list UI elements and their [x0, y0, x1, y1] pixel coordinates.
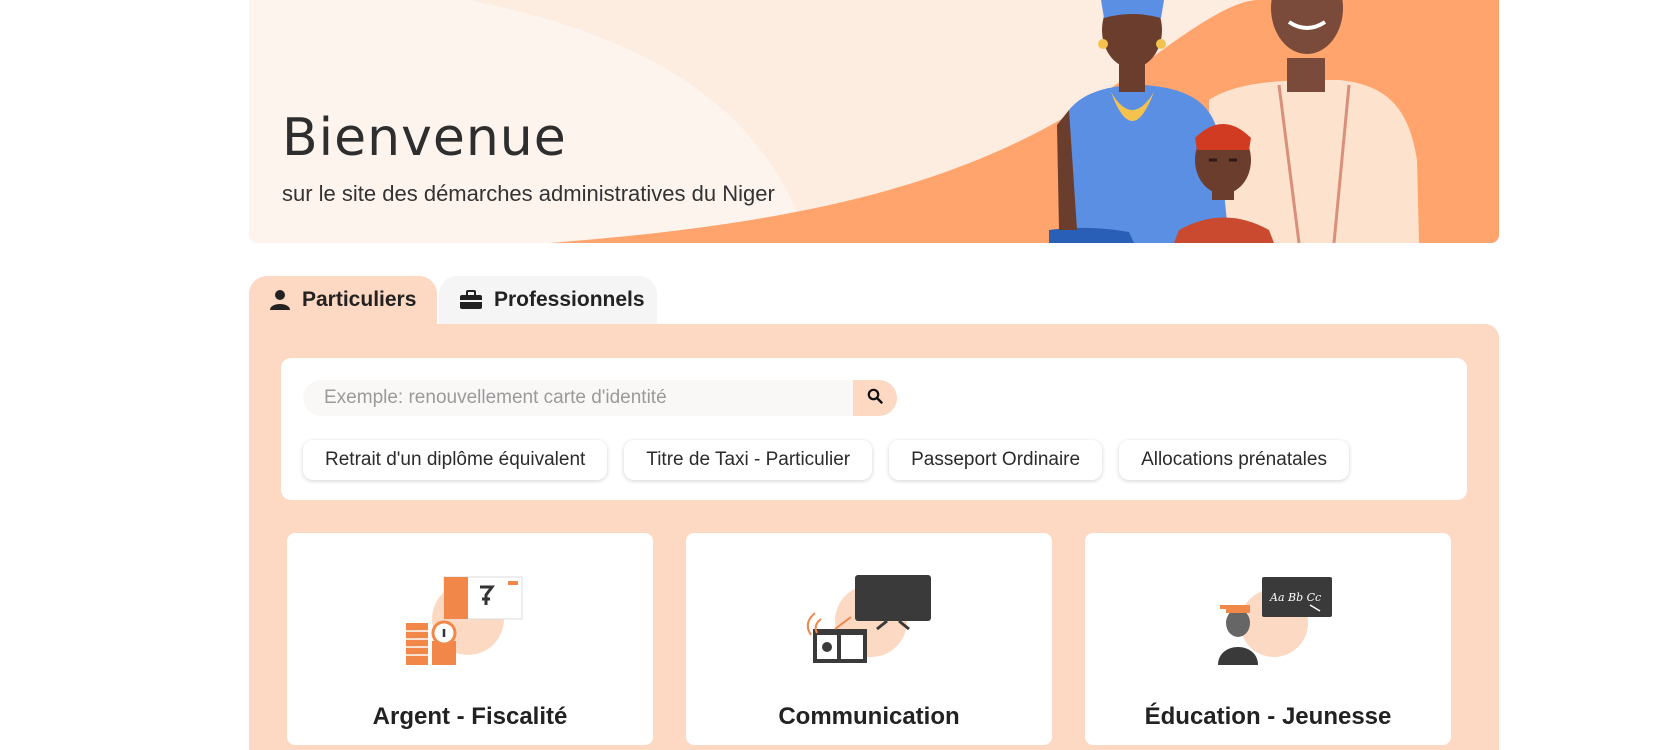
briefcase-icon	[459, 289, 483, 311]
main-container: Bienvenue sur le site des démarches admi…	[249, 0, 1499, 750]
tab-panel: Retrait d'un diplôme équivalent Titre de…	[249, 324, 1499, 750]
suggestion-chip[interactable]: Titre de Taxi - Particulier	[624, 440, 873, 480]
search-bar	[303, 380, 897, 416]
money-tax-icon	[406, 576, 523, 665]
tab-particuliers-label: Particuliers	[302, 288, 417, 311]
search-input[interactable]	[303, 380, 853, 416]
category-cards: Argent - Fiscalité Communication Aa Bb C…	[287, 533, 1451, 745]
tab-professionnels-label: Professionnels	[494, 288, 645, 311]
tab-particuliers[interactable]: Particuliers	[249, 276, 437, 324]
person-icon	[269, 289, 291, 311]
search-icon	[867, 388, 883, 409]
svg-text:Aa Bb Cc: Aa Bb Cc	[1269, 591, 1321, 604]
hero-banner: Bienvenue sur le site des démarches admi…	[249, 0, 1499, 243]
category-label: Éducation - Jeunesse	[1144, 703, 1392, 730]
tv-radio-icon	[806, 575, 931, 663]
suggestion-chip[interactable]: Allocations prénatales	[1119, 440, 1349, 480]
category-card-argent[interactable]: Argent - Fiscalité	[287, 533, 653, 745]
search-box: Retrait d'un diplôme équivalent Titre de…	[281, 358, 1467, 500]
category-card-communication[interactable]: Communication	[686, 533, 1052, 745]
suggestion-chip[interactable]: Retrait d'un diplôme équivalent	[303, 440, 608, 480]
audience-tabs: Particuliers Professionnels	[249, 276, 657, 324]
category-label: Argent - Fiscalité	[372, 703, 568, 730]
tab-professionnels[interactable]: Professionnels	[439, 276, 657, 324]
hero-title: Bienvenue	[282, 108, 567, 168]
category-card-education[interactable]: Aa Bb Cc Éducation - Jeunesse	[1085, 533, 1451, 745]
suggestion-chips: Retrait d'un diplôme équivalent Titre de…	[303, 440, 1349, 480]
category-label: Communication	[778, 703, 960, 730]
suggestion-chip[interactable]: Passeport Ordinaire	[889, 440, 1103, 480]
hero-subtitle: sur le site des démarches administrative…	[282, 181, 775, 206]
search-button[interactable]	[853, 380, 897, 416]
teacher-blackboard-icon: Aa Bb Cc	[1218, 577, 1332, 665]
